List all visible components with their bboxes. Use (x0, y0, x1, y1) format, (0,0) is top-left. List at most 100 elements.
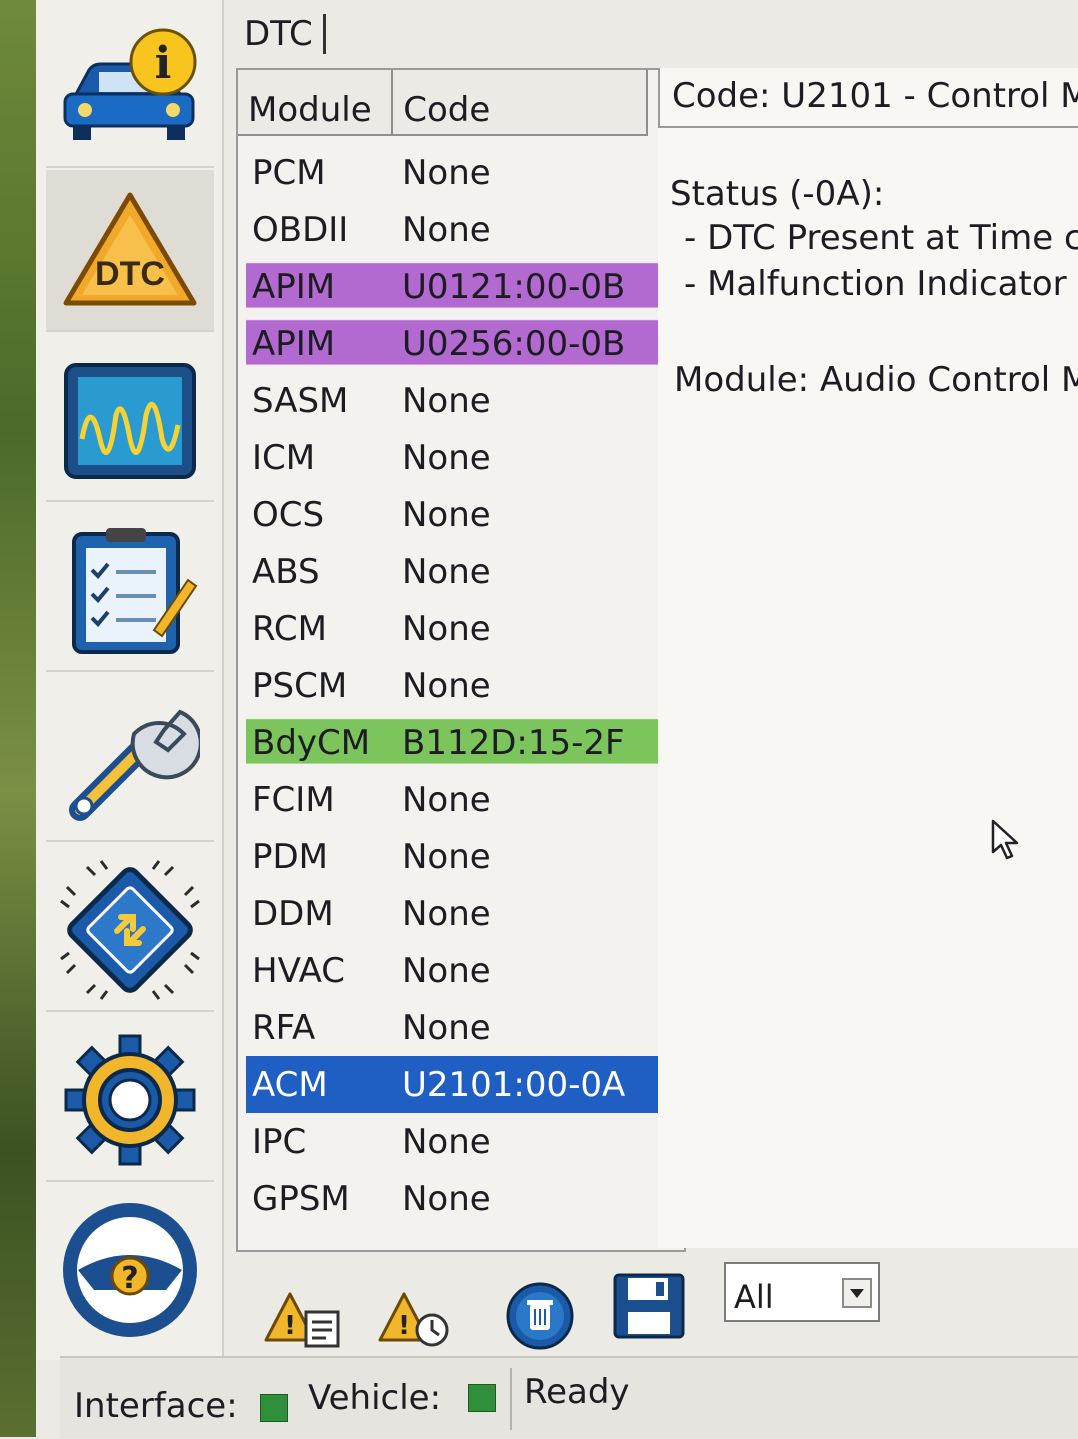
detail-status-heading: Status (-0A): (670, 174, 885, 214)
sidebar-item-oscilloscope[interactable] (46, 340, 214, 502)
list-rows: PCM None OBDII None APIM U0121:00-0B APIM U0256… (246, 144, 666, 1227)
row-code: None (402, 1121, 491, 1162)
table-row[interactable]: RFA None (246, 999, 666, 1056)
detail-status-item: - Malfunction Indicator I (684, 264, 1078, 304)
table-row[interactable]: BdyCM B112D:15-2F (246, 714, 666, 771)
row-code: None (402, 494, 491, 535)
row-module: BdyCM (252, 722, 371, 763)
row-code: B112D:15-2F (402, 722, 625, 763)
column-header-module[interactable]: Module (238, 70, 394, 134)
row-code: None (402, 836, 491, 877)
row-code: None (402, 152, 491, 193)
row-module: FCIM (252, 779, 335, 820)
list-header: Module Code (238, 70, 648, 136)
row-module: APIM (252, 323, 336, 364)
row-code: U0121:00-0B (402, 266, 626, 307)
table-row[interactable]: DDM None (246, 885, 666, 942)
sidebar-item-checklist[interactable] (46, 510, 214, 672)
dtc-list[interactable]: Module Code PCM None OBDII None APIM U0121:00… (236, 68, 686, 1252)
mouse-cursor-icon (990, 818, 1020, 866)
table-row[interactable]: HVAC None (246, 942, 666, 999)
table-row[interactable]: ICM None (246, 429, 666, 486)
sidebar-item-modules[interactable] (46, 850, 214, 1012)
svg-text:!: ! (398, 1311, 410, 1341)
row-code: None (402, 380, 491, 421)
table-row[interactable]: GPSM None (246, 1170, 666, 1227)
delete-icon (504, 1280, 576, 1356)
dtc-warning-icon: DTC (60, 185, 200, 315)
sidebar: i DTC ? (36, 0, 224, 1360)
row-module: ICM (252, 437, 316, 478)
interface-status-indicator (260, 1394, 288, 1422)
svg-text:?: ? (121, 1261, 138, 1296)
table-row[interactable]: FCIM None (246, 771, 666, 828)
row-code: None (402, 893, 491, 934)
dtc-detail-panel: Code: U2101 - Control M Status (-0A): - … (658, 68, 1078, 1248)
row-code: None (402, 209, 491, 250)
status-divider (510, 1368, 512, 1430)
row-code: None (402, 665, 491, 706)
row-module: SASM (252, 380, 349, 421)
vehicle-label: Vehicle: (308, 1378, 442, 1418)
settings-gear-icon (60, 1030, 200, 1170)
row-module: RFA (252, 1007, 316, 1048)
sidebar-item-vehicle-info[interactable]: i (46, 6, 214, 168)
save-button[interactable] (612, 1272, 686, 1344)
table-row[interactable]: APIM U0256:00-0B (246, 315, 666, 372)
vehicle-info-icon: i (55, 26, 205, 146)
row-module: IPC (252, 1121, 307, 1162)
row-module: ACM (252, 1064, 328, 1105)
row-code: None (402, 779, 491, 820)
svg-text:i: i (155, 38, 172, 89)
detail-status-item: - DTC Present at Time c (684, 218, 1078, 258)
vehicle-status-indicator (468, 1384, 496, 1412)
row-code: U0256:00-0B (402, 323, 626, 364)
connection-state: Ready (524, 1372, 630, 1412)
row-module: RCM (252, 608, 328, 649)
svg-text:!: ! (284, 1311, 296, 1341)
save-icon (612, 1272, 686, 1344)
table-row[interactable]: ABS None (246, 543, 666, 600)
sidebar-item-tools[interactable] (46, 680, 214, 842)
table-row[interactable]: SASM None (246, 372, 666, 429)
table-row[interactable]: IPC None (246, 1113, 666, 1170)
row-code: None (402, 1178, 491, 1219)
dtc-report-icon: ! (264, 1290, 344, 1354)
sidebar-item-settings[interactable] (46, 1020, 214, 1182)
row-module: DDM (252, 893, 334, 934)
filter-selected-value: All (734, 1278, 774, 1316)
table-row[interactable]: PSCM None (246, 657, 666, 714)
dtc-clear-icon: ! (376, 1290, 456, 1354)
table-row[interactable]: APIM U0121:00-0B (246, 258, 666, 315)
row-module: ABS (252, 551, 320, 592)
interface-label: Interface: (74, 1386, 238, 1426)
row-module: PDM (252, 836, 329, 877)
row-module: OBDII (252, 209, 349, 250)
row-module: GPSM (252, 1178, 350, 1219)
table-row[interactable]: OCS None (246, 486, 666, 543)
table-row[interactable]: RCM None (246, 600, 666, 657)
table-row[interactable]: OBDII None (246, 201, 666, 258)
delete-button[interactable] (504, 1280, 576, 1356)
column-header-code[interactable]: Code (393, 70, 648, 134)
row-code: None (402, 950, 491, 991)
row-code: None (402, 1007, 491, 1048)
sidebar-item-help[interactable]: ? (46, 1190, 214, 1350)
sidebar-item-dtc[interactable]: DTC (46, 170, 214, 332)
dtc-clear-button[interactable]: ! (376, 1290, 456, 1354)
table-row[interactable]: PCM None (246, 144, 666, 201)
detail-module-line: Module: Audio Control M (674, 360, 1078, 400)
row-module: APIM (252, 266, 336, 307)
dtc-filter-select[interactable]: All (724, 1262, 880, 1322)
row-module: PCM (252, 152, 326, 193)
svg-text:DTC: DTC (95, 255, 165, 293)
chevron-down-icon[interactable] (842, 1278, 872, 1308)
table-row[interactable]: ACM U2101:00-0A (246, 1056, 666, 1113)
row-code: None (402, 608, 491, 649)
detail-code-line: Code: U2101 - Control M (658, 68, 1078, 128)
dtc-report-button[interactable]: ! (264, 1290, 344, 1354)
table-row[interactable]: PDM None (246, 828, 666, 885)
module-chip-icon (55, 855, 205, 1005)
status-bar: Interface: Vehicle: Ready (60, 1356, 1078, 1439)
desktop-background (0, 0, 36, 1437)
